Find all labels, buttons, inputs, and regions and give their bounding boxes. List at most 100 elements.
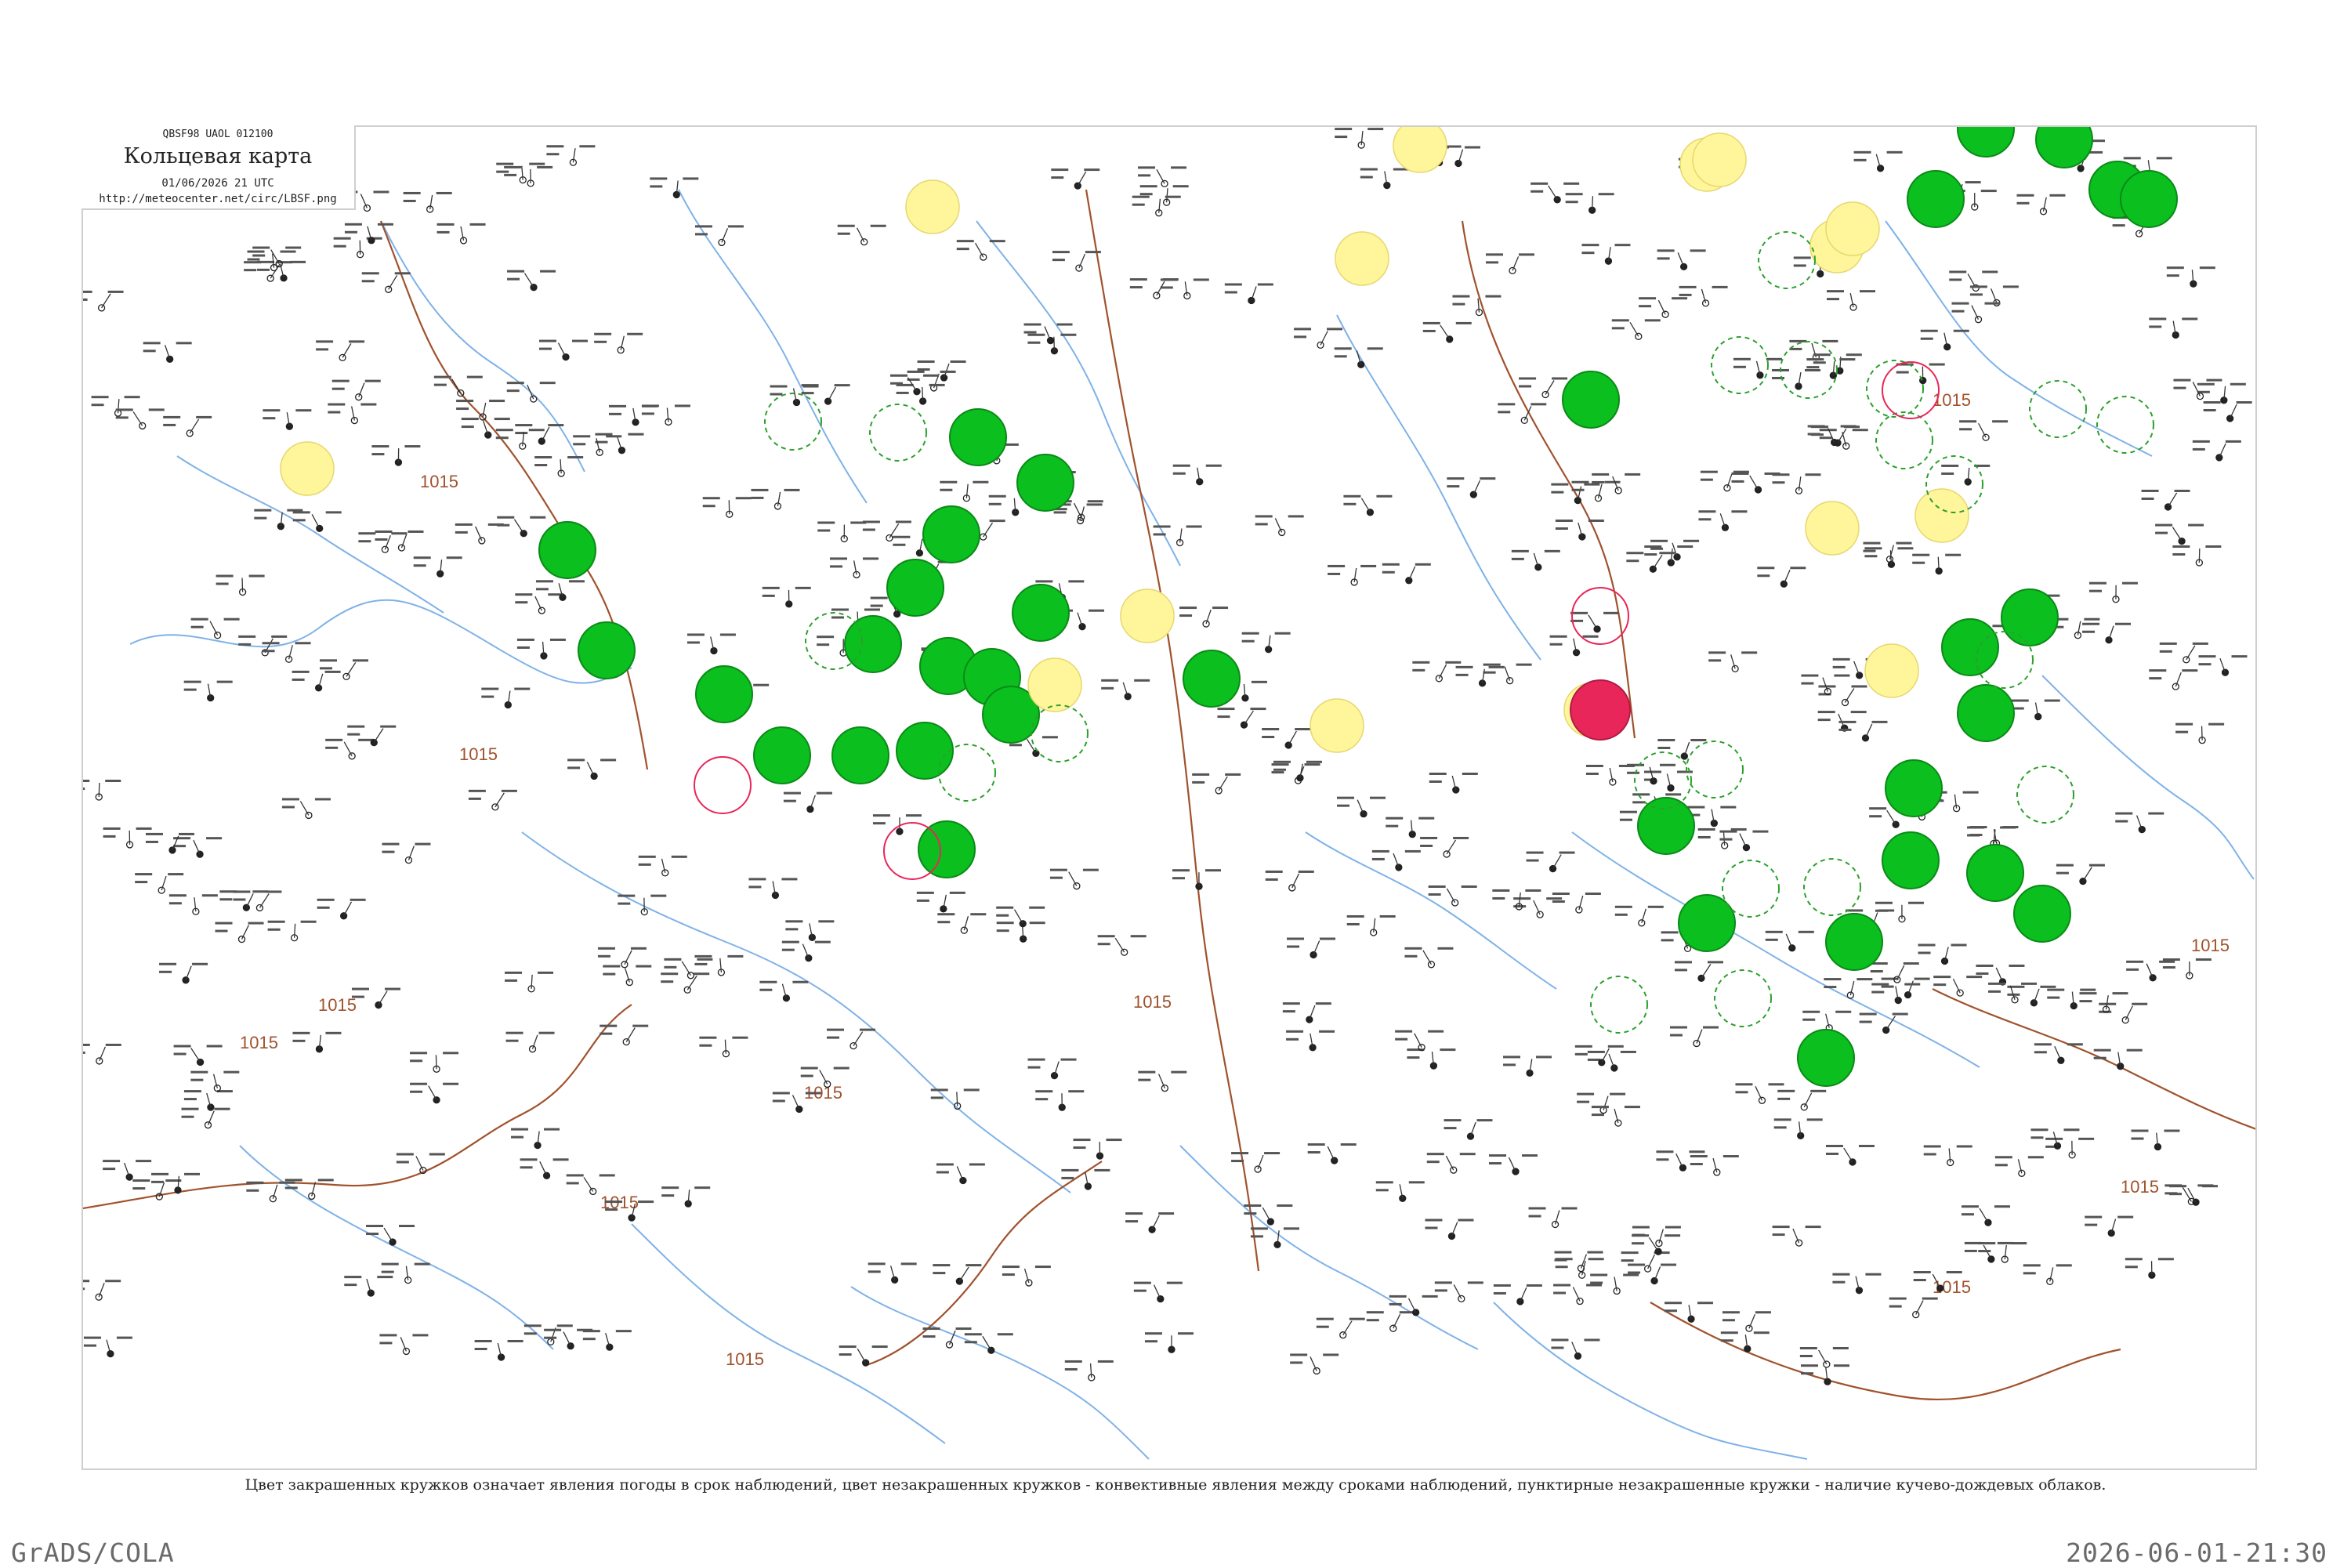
station-figure [872, 1345, 888, 1348]
station-figure [1878, 909, 1894, 911]
station-figure [1670, 1034, 1683, 1037]
station-figure [1452, 303, 1465, 306]
wind-barb [2172, 527, 2182, 541]
station-figure [1134, 1282, 1151, 1284]
station-figure [785, 928, 798, 930]
station-figure [1626, 552, 1643, 554]
station-figure [1551, 483, 1568, 486]
station-figure [1588, 1051, 1605, 1053]
station-plots [83, 128, 2252, 1385]
station-figure [1733, 358, 1751, 360]
station-figure [1186, 525, 1202, 527]
station-figure [244, 269, 256, 271]
station-figure [320, 659, 337, 661]
station-figure [83, 1280, 89, 1282]
station-figure [517, 646, 530, 649]
station-figure [470, 223, 486, 226]
station-figure [475, 1348, 487, 1350]
wind-barb [118, 399, 119, 413]
station-figure [1320, 938, 1335, 940]
station-figure [1050, 869, 1067, 871]
station-figure [534, 456, 552, 458]
wind-barb [1409, 1298, 1416, 1313]
station-figure [1588, 1059, 1600, 1061]
station-figure [414, 564, 426, 567]
wind-barb [1423, 951, 1432, 965]
station-figure [1225, 283, 1242, 285]
station-figure [933, 1264, 950, 1266]
station-figure [125, 396, 140, 398]
station-figure [1423, 322, 1440, 324]
wind-barb [531, 975, 532, 989]
station-figure [358, 540, 371, 542]
station-figure [890, 375, 907, 377]
wind-barb [344, 742, 352, 756]
station-figure [2082, 623, 2099, 625]
station-figure [1212, 607, 1228, 609]
station-figure [1035, 1098, 1048, 1100]
station-figure [1586, 1284, 1602, 1287]
station-figure [2142, 498, 2154, 500]
wind-barb [1804, 1093, 1811, 1107]
station-figure [784, 800, 796, 802]
wind-barb [1750, 476, 1759, 490]
station-figure [1545, 550, 1560, 552]
station-figure [334, 245, 346, 248]
station-figure [1965, 1250, 1977, 1252]
station-figure [831, 608, 849, 610]
station-figure [1799, 931, 1814, 933]
wind-barb [190, 419, 198, 433]
station-figure [923, 1335, 936, 1338]
wind-barb [2219, 444, 2226, 458]
rain-circle [1907, 171, 1964, 227]
station-figure [375, 531, 392, 533]
station-figure [1805, 473, 1820, 476]
station-figure [254, 517, 266, 520]
wind-barb [1658, 300, 1665, 314]
station-figure [2089, 582, 2106, 585]
station-figure [1679, 294, 1692, 296]
station-figure [507, 270, 524, 273]
station-figure [1286, 1038, 1299, 1041]
source-url[interactable]: http://meteocenter.net/circ/LBSF.png [82, 193, 354, 205]
station-figure [860, 1029, 875, 1031]
station-figure [168, 873, 183, 875]
haze-circle [1121, 589, 1174, 643]
station-figure [567, 1182, 579, 1184]
station-figure [1665, 1302, 1682, 1304]
station-figure [1360, 176, 1373, 179]
station-figure [627, 333, 643, 335]
station-figure [1347, 915, 1364, 918]
station-figure [169, 894, 187, 896]
station-figure [1571, 481, 1588, 483]
station-figure [1052, 251, 1070, 253]
wind-barb [1819, 1350, 1827, 1364]
wind-barb [2055, 1046, 2061, 1060]
station-figure [864, 608, 880, 610]
station-figure [1447, 485, 1459, 487]
thunderstorm-circle [1570, 680, 1630, 740]
station-figure [1908, 902, 1924, 904]
station-figure [1889, 1298, 1907, 1300]
station-figure [315, 798, 331, 800]
wind-barb [1079, 254, 1085, 268]
map-title: Кольцевая карта [82, 144, 354, 168]
station-figure [2034, 1051, 2047, 1053]
station-figure [998, 1333, 1013, 1335]
station-figure [1341, 1143, 1357, 1146]
wind-barb [725, 1040, 726, 1054]
station-figure [1444, 1127, 1456, 1129]
station-figure [1698, 510, 1715, 512]
station-figure [190, 1079, 203, 1081]
station-marker [1650, 778, 1657, 784]
wind-barb [360, 194, 367, 208]
rain-circle [950, 409, 1006, 465]
station-figure [1513, 905, 1526, 907]
station-figure [325, 747, 338, 749]
station-marker [1521, 417, 1527, 423]
station-figure [1659, 552, 1675, 554]
station-figure [557, 1324, 573, 1327]
rain-circle [1958, 127, 2014, 157]
station-figure [1871, 991, 1884, 994]
station-figure [1456, 322, 1472, 324]
